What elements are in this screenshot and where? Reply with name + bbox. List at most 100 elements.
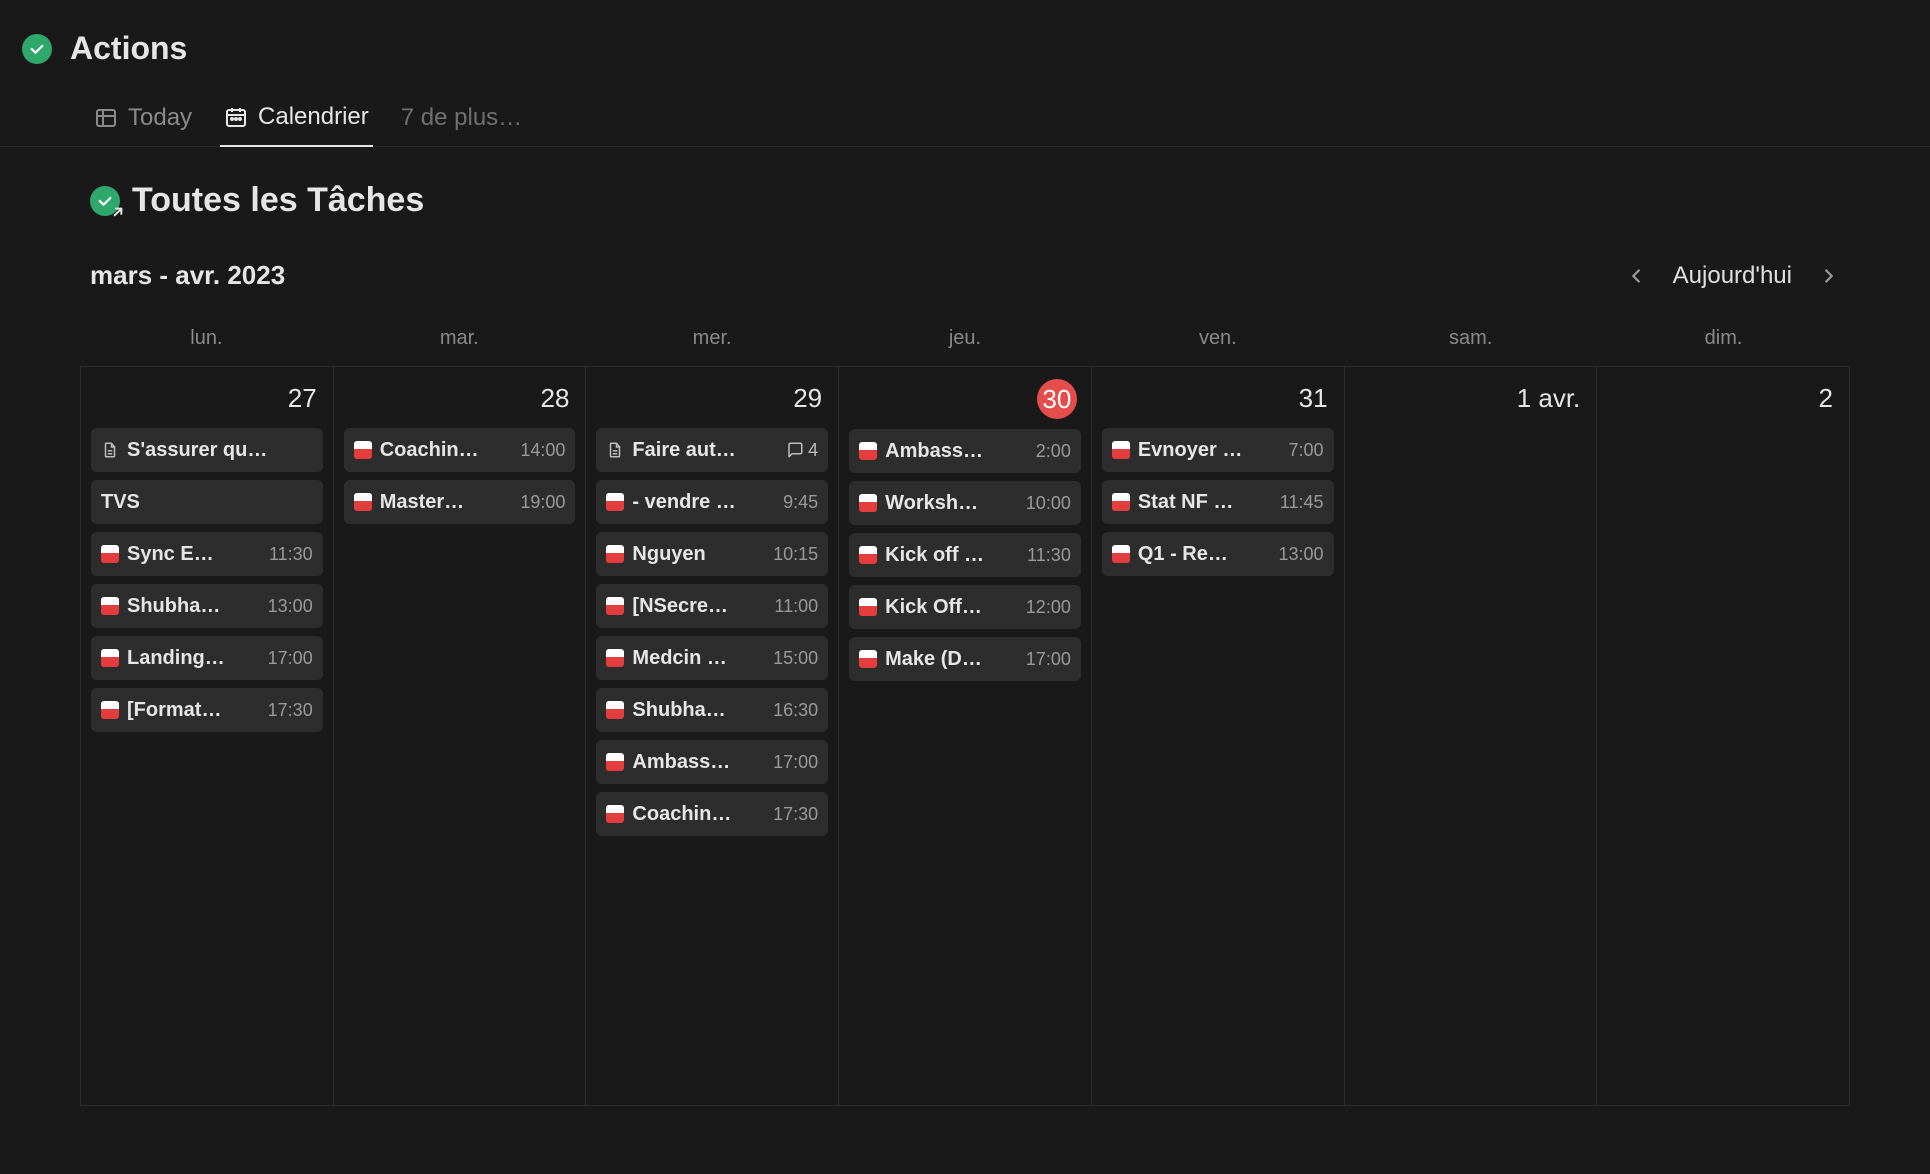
document-icon (101, 440, 119, 460)
event-time: 16:30 (773, 700, 818, 721)
event-time: 17:00 (1026, 649, 1071, 670)
calendar-event[interactable]: Stat NF … 11:45 (1102, 480, 1334, 524)
calendar-emoji-icon (606, 701, 624, 719)
event-time: 15:00 (773, 648, 818, 669)
calendar-event[interactable]: Coachin…17:30 (596, 792, 828, 836)
calendar-event[interactable]: Make (D… 17:00 (849, 637, 1081, 681)
day-cell[interactable]: 2 (1597, 366, 1850, 1106)
dow-header: mer. (586, 321, 839, 358)
calendar-emoji-icon (859, 442, 877, 460)
calendar-event[interactable]: TVS (91, 480, 323, 524)
event-title: Nguyen (632, 543, 765, 566)
day-number: 30 (1037, 379, 1077, 419)
event-title: Ambass… (632, 751, 765, 774)
calendar-icon (224, 105, 248, 129)
day-cell[interactable]: 29Faire aut…4- vendre …9:45Nguyen10:15[N… (586, 366, 839, 1106)
calendar-emoji-icon (606, 649, 624, 667)
event-time: 14:00 (520, 440, 565, 461)
calendar-event[interactable]: Kick Off… 12:00 (849, 585, 1081, 629)
event-time: 13:00 (1279, 544, 1324, 565)
event-title: Faire aut… (632, 439, 778, 462)
event-time: 19:00 (520, 492, 565, 513)
event-time: 2:00 (1036, 441, 1071, 462)
calendar-emoji-icon (859, 598, 877, 616)
calendar-emoji-icon (859, 494, 877, 512)
event-title: Worksh… (885, 492, 1018, 515)
calendar-event[interactable]: - vendre … 9:45 (596, 480, 828, 524)
calendar-emoji-icon (606, 545, 624, 563)
event-title: [NSecre… (632, 595, 766, 618)
calendar-event[interactable]: S'assurer qu… (91, 428, 323, 472)
calendar-event[interactable]: [NSecre…11:00 (596, 584, 828, 628)
calendar-event[interactable]: Evnoyer … 7:00 (1102, 428, 1334, 472)
event-title: Make (D… (885, 648, 1018, 671)
calendar-event[interactable]: Faire aut…4 (596, 428, 828, 472)
calendar-emoji-icon (354, 441, 372, 459)
event-title: Ambass… (885, 440, 1028, 463)
calendar-event[interactable]: Ambass… 2:00 (849, 429, 1081, 473)
event-title: Kick off … (885, 544, 1019, 567)
calendar-event[interactable]: Master…19:00 (344, 480, 576, 524)
calendar-emoji-icon (354, 493, 372, 511)
dow-header: jeu. (839, 321, 1092, 358)
day-number: 1 avr. (1517, 383, 1581, 414)
calendar-emoji-icon (859, 650, 877, 668)
tab-more[interactable]: 7 de plus… (397, 94, 526, 146)
dow-header: sam. (1344, 321, 1597, 358)
calendar-event[interactable]: Nguyen10:15 (596, 532, 828, 576)
event-time: 9:45 (783, 492, 818, 513)
event-title: Evnoyer … (1138, 439, 1281, 462)
calendar-event[interactable]: Worksh… 10:00 (849, 481, 1081, 525)
calendar-event[interactable]: Kick off …11:30 (849, 533, 1081, 577)
tab-today[interactable]: Today (90, 94, 196, 146)
month-label: mars - avr. 2023 (90, 260, 285, 291)
day-cell[interactable]: 30 Ambass… 2:00 Worksh… 10:00 Kick off …11:30… (839, 366, 1092, 1106)
day-cell[interactable]: 27S'assurer qu…TVSSync E…11:30Shubha…13:… (81, 366, 334, 1106)
calendar-event[interactable]: Coachin… 14:00 (344, 428, 576, 472)
event-time: 17:00 (268, 648, 313, 669)
today-button[interactable]: Aujourd'hui (1673, 262, 1792, 290)
calendar-emoji-icon (101, 597, 119, 615)
event-time: 7:00 (1289, 440, 1324, 461)
calendar-event[interactable]: Medcin …15:00 (596, 636, 828, 680)
calendar-emoji-icon (101, 701, 119, 719)
event-time: 12:00 (1026, 597, 1071, 618)
day-cell[interactable]: 1 avr. (1345, 366, 1598, 1106)
day-cell[interactable]: 28Coachin…14:00Master…19:00 (334, 366, 587, 1106)
event-time: 10:00 (1026, 493, 1071, 514)
calendar-event[interactable]: Ambass… 17:00 (596, 740, 828, 784)
calendar-event[interactable]: Landing… 17:00 (91, 636, 323, 680)
calendar-event[interactable]: Sync E…11:30 (91, 532, 323, 576)
calendar-emoji-icon (606, 597, 624, 615)
calendar-emoji-icon (859, 546, 877, 564)
check-link-icon (90, 186, 120, 216)
event-time: 11:45 (1280, 492, 1324, 513)
calendar-event[interactable]: Q1 - Re… 13:00 (1102, 532, 1334, 576)
event-title: Q1 - Re… (1138, 543, 1271, 566)
document-icon (606, 440, 624, 460)
next-button[interactable] (1818, 265, 1840, 287)
tab-calendar[interactable]: Calendrier (220, 93, 373, 147)
dow-header: dim. (1597, 321, 1850, 358)
calendar-event[interactable]: [Format… 17:30 (91, 688, 323, 732)
event-title: Coachin… (380, 439, 513, 462)
event-time: 17:30 (268, 700, 313, 721)
calendar-emoji-icon (101, 649, 119, 667)
event-title: [Format… (127, 699, 260, 722)
event-time: 17:00 (773, 752, 818, 773)
event-title: Stat NF … (1138, 491, 1272, 514)
calendar-event[interactable]: Shubha…16:30 (596, 688, 828, 732)
calendar-event[interactable]: Shubha…13:00 (91, 584, 323, 628)
event-title: Kick Off… (885, 596, 1018, 619)
day-cell[interactable]: 31Evnoyer …7:00Stat NF …11:45Q1 - Re…13:… (1092, 366, 1345, 1106)
calendar-emoji-icon (1112, 441, 1130, 459)
prev-button[interactable] (1625, 265, 1647, 287)
event-title: - vendre … (632, 491, 775, 514)
tab-label: Calendrier (258, 103, 369, 131)
event-title: Landing… (127, 647, 260, 670)
table-icon (94, 106, 118, 130)
check-badge-icon (22, 34, 52, 64)
dow-header: ven. (1091, 321, 1344, 358)
sub-title: Toutes les Tâches (132, 181, 424, 220)
event-title: S'assurer qu… (127, 439, 313, 462)
